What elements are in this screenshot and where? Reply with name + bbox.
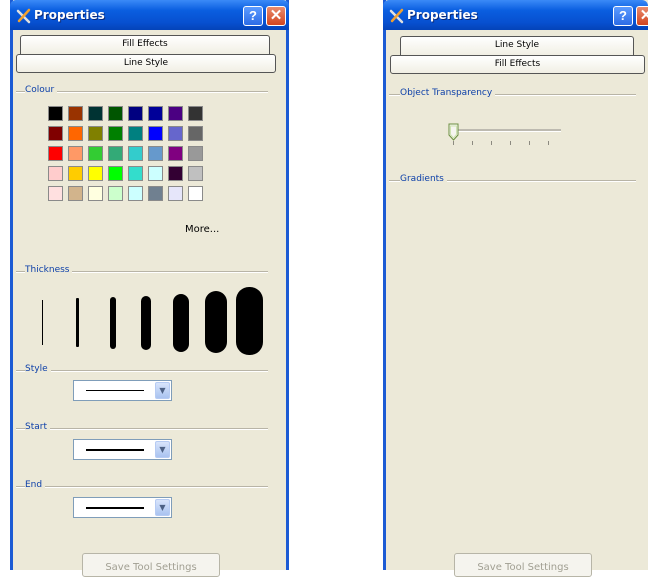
title-bar[interactable]: Properties ? ✕ xyxy=(10,0,289,30)
slider-tick xyxy=(510,141,511,145)
thickness-option-2[interactable] xyxy=(76,298,79,347)
colour-swatch[interactable] xyxy=(108,146,123,161)
colour-swatch[interactable] xyxy=(128,166,143,181)
window-title: Properties xyxy=(407,8,478,22)
slider-tick xyxy=(472,141,473,145)
colour-swatch[interactable] xyxy=(68,106,83,121)
slider-tick xyxy=(453,141,454,145)
tools-icon xyxy=(16,8,31,24)
line-start-preview xyxy=(86,449,144,451)
end-group-divider xyxy=(16,486,268,488)
thickness-option-1[interactable] xyxy=(42,300,43,345)
colour-swatch[interactable] xyxy=(168,106,183,121)
window-title: Properties xyxy=(34,8,105,22)
colour-swatch[interactable] xyxy=(48,166,63,181)
colour-swatch[interactable] xyxy=(168,126,183,141)
colour-swatch[interactable] xyxy=(168,166,183,181)
colour-swatch[interactable] xyxy=(148,186,163,201)
colour-swatch[interactable] xyxy=(148,126,163,141)
thickness-option-6[interactable] xyxy=(205,291,227,353)
colour-swatch[interactable] xyxy=(68,166,83,181)
colour-swatch[interactable] xyxy=(188,166,203,181)
start-group-divider xyxy=(16,428,268,430)
colour-swatch[interactable] xyxy=(168,146,183,161)
gradients-group-label: Gradients xyxy=(400,174,447,184)
colour-swatch[interactable] xyxy=(48,126,63,141)
style-group-label: Style xyxy=(25,364,51,374)
thickness-option-3[interactable] xyxy=(110,297,116,349)
transparency-slider-track[interactable] xyxy=(449,129,561,132)
save-tool-settings-button[interactable]: Save Tool Settings xyxy=(454,553,592,577)
transparency-slider-thumb[interactable] xyxy=(448,123,459,141)
style-group-divider xyxy=(16,370,268,372)
solid-line-preview xyxy=(86,390,144,391)
colour-swatch[interactable] xyxy=(148,166,163,181)
start-group-label: Start xyxy=(25,422,50,432)
thickness-option-7[interactable] xyxy=(236,287,263,355)
close-button[interactable]: ✕ xyxy=(636,6,648,26)
chevron-down-icon[interactable]: ▼ xyxy=(155,441,170,458)
transparency-group-label: Object Transparency xyxy=(400,88,496,98)
title-bar[interactable]: Properties ? ✕ xyxy=(383,0,648,30)
tools-icon xyxy=(389,8,404,24)
colour-swatch[interactable] xyxy=(108,166,123,181)
colour-swatch[interactable] xyxy=(128,186,143,201)
chevron-down-icon[interactable]: ▼ xyxy=(155,499,170,516)
save-tool-settings-button[interactable]: Save Tool Settings xyxy=(82,553,220,577)
tab-fill-effects[interactable]: Fill Effects xyxy=(20,35,270,54)
colour-swatch[interactable] xyxy=(108,186,123,201)
line-end-select[interactable]: ▼ xyxy=(73,497,172,518)
colour-swatch[interactable] xyxy=(48,146,63,161)
slider-tick xyxy=(548,141,549,145)
colour-swatch[interactable] xyxy=(128,126,143,141)
colour-group-label: Colour xyxy=(25,85,58,95)
thickness-option-4[interactable] xyxy=(141,296,151,350)
help-button[interactable]: ? xyxy=(243,6,263,26)
end-group-label: End xyxy=(25,480,46,490)
colour-swatch[interactable] xyxy=(48,186,63,201)
thickness-group-label: Thickness xyxy=(25,265,73,275)
colour-swatch[interactable] xyxy=(68,186,83,201)
thickness-option-5[interactable] xyxy=(173,294,189,352)
colour-swatch[interactable] xyxy=(88,186,103,201)
colour-swatch[interactable] xyxy=(68,126,83,141)
colour-swatch[interactable] xyxy=(108,126,123,141)
colour-swatch[interactable] xyxy=(148,106,163,121)
colour-swatch[interactable] xyxy=(88,166,103,181)
slider-tick xyxy=(491,141,492,145)
colour-swatch[interactable] xyxy=(188,146,203,161)
colour-swatch[interactable] xyxy=(148,146,163,161)
colour-swatch[interactable] xyxy=(88,146,103,161)
colour-swatch[interactable] xyxy=(108,106,123,121)
tab-line-style[interactable]: Line Style xyxy=(16,54,276,73)
chevron-down-icon[interactable]: ▼ xyxy=(155,382,170,399)
more-colours-link[interactable]: More... xyxy=(185,224,219,235)
tab-fill-effects[interactable]: Fill Effects xyxy=(390,55,645,74)
properties-window-line-style: Properties ? ✕ Fill Effects Line Style C… xyxy=(10,0,289,577)
colour-swatch[interactable] xyxy=(88,106,103,121)
help-button[interactable]: ? xyxy=(613,6,633,26)
colour-swatch[interactable] xyxy=(68,146,83,161)
colour-swatch[interactable] xyxy=(128,146,143,161)
colour-palette xyxy=(48,106,203,201)
colour-swatch[interactable] xyxy=(188,126,203,141)
colour-swatch[interactable] xyxy=(168,186,183,201)
close-button[interactable]: ✕ xyxy=(266,6,286,26)
line-end-preview xyxy=(86,507,144,509)
slider-tick xyxy=(529,141,530,145)
colour-swatch[interactable] xyxy=(48,106,63,121)
line-start-select[interactable]: ▼ xyxy=(73,439,172,460)
tab-line-style[interactable]: Line Style xyxy=(400,36,634,55)
line-style-select[interactable]: ▼ xyxy=(73,380,172,401)
properties-window-fill-effects: Properties ? ✕ Line Style Fill Effects O… xyxy=(383,0,648,577)
colour-swatch[interactable] xyxy=(188,106,203,121)
colour-swatch[interactable] xyxy=(128,106,143,121)
colour-swatch[interactable] xyxy=(188,186,203,201)
colour-swatch[interactable] xyxy=(88,126,103,141)
